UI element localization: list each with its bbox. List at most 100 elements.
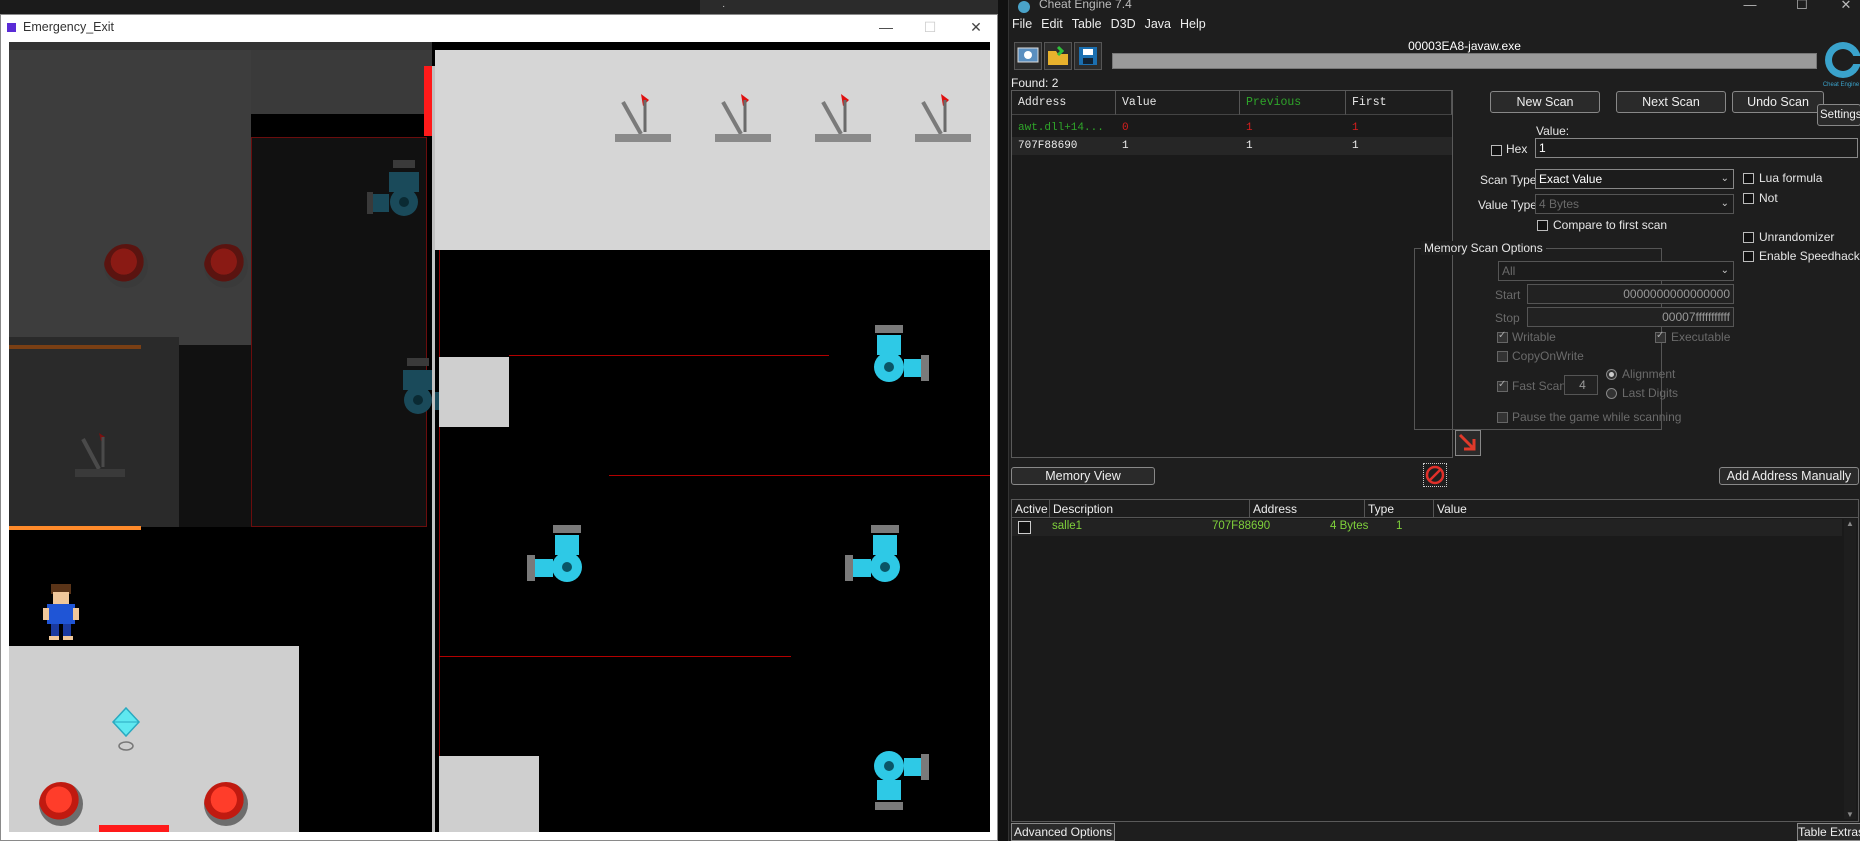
maximize-button[interactable]: ☐ (1791, 0, 1813, 13)
table-extras-button[interactable]: Table Extras (1797, 823, 1860, 841)
result-row[interactable]: 707F88690 1 1 1 (1012, 137, 1452, 155)
column-header-previous[interactable]: Previous (1240, 91, 1346, 115)
memory-region-select[interactable]: All ⌄ (1498, 261, 1734, 281)
column-header-address[interactable]: Address (1250, 500, 1365, 518)
new-scan-button[interactable]: New Scan (1490, 91, 1600, 113)
player-character-icon[interactable] (39, 582, 83, 642)
speedhack-checkbox[interactable] (1743, 251, 1754, 262)
menu-help[interactable]: Help (1178, 17, 1212, 31)
active-checkbox[interactable] (1018, 521, 1031, 534)
open-folder-icon[interactable] (1044, 42, 1072, 70)
column-header-address[interactable]: Address (1012, 91, 1116, 115)
light-block (439, 756, 539, 832)
ce-titlebar[interactable]: Cheat Engine 7.4 — ☐ ✕ (1009, 0, 1860, 14)
stop-icon[interactable] (1423, 463, 1447, 487)
floor-button[interactable] (39, 782, 83, 826)
unrandomizer-checkbox[interactable] (1743, 232, 1754, 243)
undo-scan-button[interactable]: Undo Scan (1732, 91, 1824, 113)
fast-scan-value-input[interactable]: 4 (1564, 375, 1598, 395)
lever-icon[interactable] (611, 92, 675, 148)
ce-window-title: Cheat Engine 7.4 (1039, 0, 1132, 11)
lever-room-floor (435, 50, 990, 250)
fast-scan-checkbox[interactable] (1497, 379, 1508, 392)
not-checkbox[interactable] (1743, 193, 1754, 204)
orange-ledge-bright (9, 526, 141, 530)
advanced-options-button[interactable]: Advanced Options (1011, 823, 1115, 841)
game-canvas[interactable] (9, 42, 990, 832)
result-row[interactable]: awt.dll+14... 0 1 1 (1012, 119, 1452, 137)
minimize-button[interactable]: — (1739, 0, 1761, 12)
result-previous: 1 (1246, 140, 1253, 152)
scan-results-list[interactable]: Address Value Previous First awt.dll+14.… (1011, 90, 1453, 458)
column-header-first[interactable]: First (1346, 91, 1452, 115)
cheat-engine-emblem-icon[interactable]: Cheat Engine (1819, 38, 1860, 88)
pipe-valve-icon[interactable] (841, 525, 907, 595)
close-button[interactable]: ✕ (1835, 0, 1857, 13)
red-wall-line (439, 250, 440, 832)
writable-label: Writable (1512, 330, 1556, 344)
minimize-button[interactable]: — (875, 17, 897, 37)
save-icon[interactable] (1074, 42, 1102, 70)
scrollbar[interactable]: ▲ ▼ (1844, 519, 1856, 819)
menu-table[interactable]: Table (1070, 17, 1108, 31)
pipe-valve-icon (367, 160, 419, 216)
cheat-engine-logo-icon (1018, 1, 1030, 13)
menu-edit[interactable]: Edit (1039, 17, 1069, 31)
scan-value-input[interactable] (1535, 138, 1858, 158)
settings-button[interactable]: Settings (1817, 104, 1860, 126)
maximize-button[interactable]: ☐ (919, 17, 941, 37)
scan-type-select[interactable]: Exact Value ⌄ (1535, 169, 1734, 189)
menu-d3d[interactable]: D3D (1109, 17, 1142, 31)
add-address-manually-button[interactable]: Add Address Manually (1719, 467, 1859, 485)
pipe-valve-icon[interactable] (867, 742, 933, 812)
lua-formula-checkbox[interactable] (1743, 173, 1754, 184)
alignment-radio[interactable] (1606, 369, 1617, 380)
last-digits-radio[interactable] (1606, 388, 1617, 399)
game-titlebar[interactable]: Emergency_Exit — ☐ ✕ (1, 15, 997, 41)
executable-label: Executable (1671, 330, 1731, 344)
not-label: Not (1759, 191, 1778, 205)
column-header-type[interactable]: Type (1365, 500, 1434, 518)
memory-view-button[interactable]: Memory View (1011, 467, 1155, 485)
laser-line (609, 475, 990, 476)
menu-java[interactable]: Java (1143, 17, 1177, 31)
value-type-label: Value Type (1478, 198, 1537, 212)
menu-file[interactable]: File (1010, 17, 1038, 31)
hex-label: Hex (1506, 142, 1528, 156)
column-header-description[interactable]: Description (1050, 500, 1250, 518)
address-table[interactable]: Active Description Address Type Value sa… (1011, 499, 1859, 822)
close-button[interactable]: ✕ (965, 17, 987, 37)
crystal-gem-icon[interactable] (109, 706, 143, 752)
speedhack-label: Enable Speedhack (1759, 249, 1860, 263)
red-exit-marker (99, 825, 169, 832)
next-scan-button[interactable]: Next Scan (1616, 91, 1726, 113)
dark-room-pit-lower (179, 345, 251, 527)
game-window-title: Emergency_Exit (23, 20, 115, 34)
lever-icon[interactable] (711, 92, 775, 148)
red-door-marker (424, 66, 432, 136)
background-browser-tab: · (700, 0, 1010, 14)
value-type-select[interactable]: 4 Bytes ⌄ (1535, 194, 1734, 214)
add-to-list-arrow-icon[interactable] (1455, 430, 1481, 456)
lever-icon[interactable] (911, 92, 975, 148)
address-table-row[interactable]: salle1 707F88690 4 Bytes 1 (1012, 519, 1842, 536)
writable-checkbox[interactable] (1497, 330, 1508, 343)
stop-address-input[interactable]: 00007fffffffffff (1527, 307, 1734, 327)
pipe-valve-icon[interactable] (523, 525, 589, 595)
column-header-value[interactable]: Value (1116, 91, 1240, 115)
result-address: awt.dll+14... (1018, 122, 1104, 134)
column-header-value[interactable]: Value (1434, 500, 1858, 518)
select-process-icon[interactable] (1014, 42, 1042, 70)
copy-on-write-checkbox[interactable] (1497, 351, 1508, 362)
chevron-down-icon: ⌄ (1720, 265, 1729, 276)
pipe-valve-icon[interactable] (867, 325, 933, 395)
lever-icon[interactable] (811, 92, 875, 148)
executable-checkbox[interactable] (1655, 330, 1666, 343)
compare-first-checkbox[interactable] (1537, 220, 1548, 231)
start-address-input[interactable]: 0000000000000000 (1527, 284, 1734, 304)
floor-button-dim (204, 244, 248, 288)
floor-button[interactable] (204, 782, 248, 826)
pause-game-checkbox[interactable] (1497, 412, 1508, 423)
hex-checkbox[interactable] (1491, 145, 1502, 156)
column-header-active[interactable]: Active (1012, 500, 1050, 518)
